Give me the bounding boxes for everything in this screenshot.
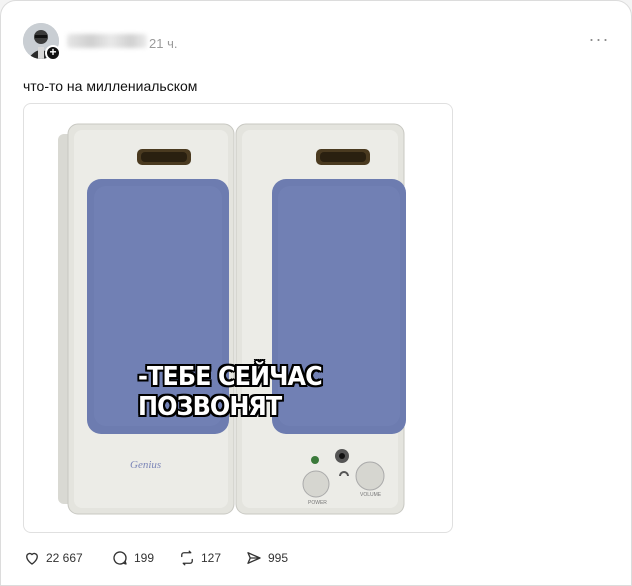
send-icon — [247, 552, 261, 564]
repost-icon — [181, 550, 193, 566]
post-header: + ····· 21 ч. ··· — [23, 23, 613, 63]
more-options-icon[interactable]: ··· — [585, 29, 613, 49]
power-label: POWER — [308, 500, 327, 506]
author-name[interactable]: ····· — [67, 34, 147, 48]
brand-logo: Genius — [130, 459, 161, 471]
heart-icon — [26, 552, 38, 565]
reply-count: 199 — [134, 551, 155, 565]
post-image[interactable]: Genius POWER VOLUME -ТЕБЕ СЕЙЧАС ПОЗВОНЯ… — [23, 103, 453, 533]
post-time[interactable]: 21 ч. — [149, 36, 177, 51]
reply-button[interactable]: 199 — [111, 547, 154, 569]
repost-button[interactable]: 127 — [178, 547, 221, 569]
speakers-illustration: Genius POWER VOLUME — [58, 123, 406, 515]
volume-label: VOLUME — [360, 492, 382, 498]
post-text: что-то на миллениальском — [23, 78, 198, 94]
share-count: 995 — [268, 551, 289, 565]
like-button[interactable]: 22 667 — [23, 547, 83, 569]
post-card: + ····· 21 ч. ··· что-то на миллениальск… — [0, 0, 632, 586]
post-actions: 22 667 199 127 995 — [23, 547, 423, 569]
like-count: 22 667 — [46, 551, 83, 565]
meme-caption: -ТЕБЕ СЕЙЧАС ПОЗВОНЯТ — [138, 362, 323, 422]
share-button[interactable]: 995 — [245, 547, 288, 569]
repost-count: 127 — [201, 551, 222, 565]
follow-plus-icon[interactable]: + — [45, 45, 61, 61]
comment-icon — [113, 551, 127, 565]
